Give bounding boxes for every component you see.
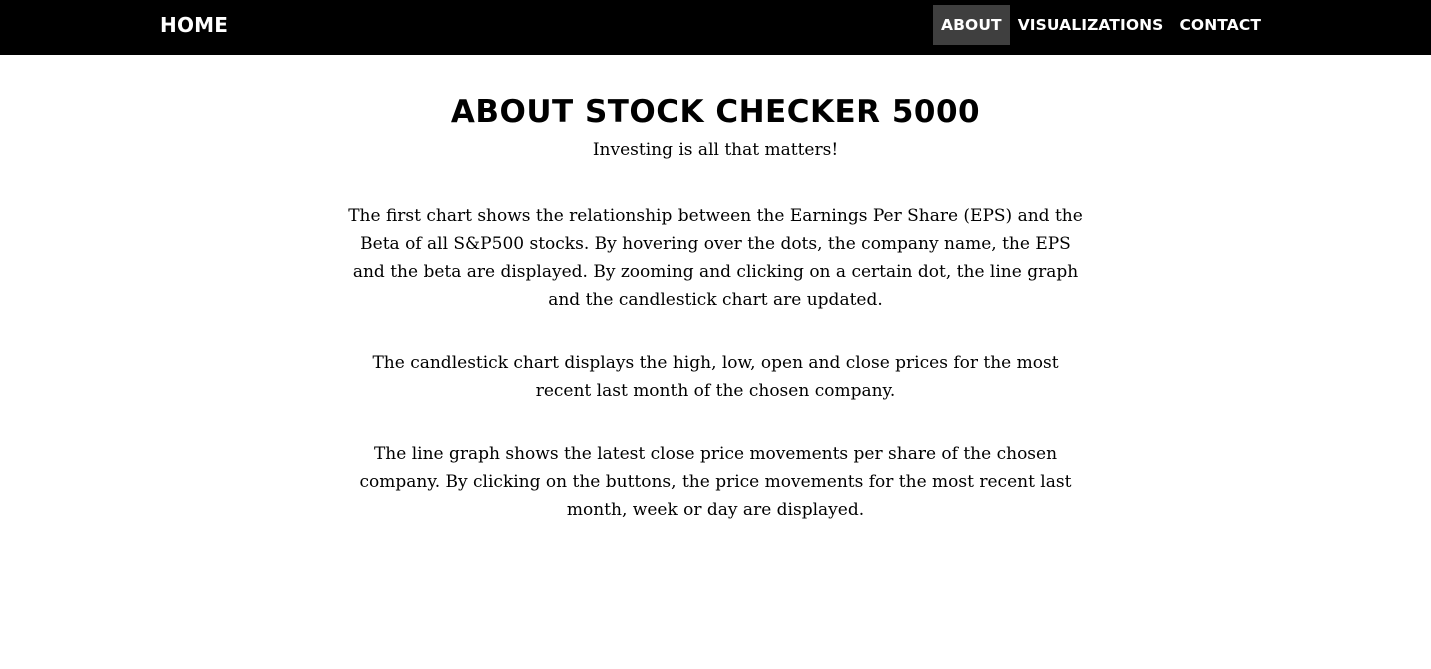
nav-link-about[interactable]: ABOUT <box>933 5 1010 45</box>
home-link[interactable]: HOME <box>160 0 228 50</box>
top-navbar: HOME ABOUT VISUALIZATIONS CONTACT <box>0 0 1431 55</box>
nav-links: ABOUT VISUALIZATIONS CONTACT <box>933 5 1269 45</box>
nav-link-visualizations[interactable]: VISUALIZATIONS <box>1010 5 1172 45</box>
line-graph-description: The line graph shows the latest close pr… <box>359 444 1072 520</box>
about-section: ABOUT STOCK CHECKER 5000 Investing is al… <box>0 92 1431 524</box>
nav-link-contact[interactable]: CONTACT <box>1171 5 1269 45</box>
candlestick-chart-description: The candlestick chart displays the high,… <box>372 353 1059 401</box>
scatter-chart-description: The first chart shows the relationship b… <box>348 206 1083 310</box>
tagline: Investing is all that matters! <box>592 140 839 160</box>
page-title: ABOUT STOCK CHECKER 5000 <box>450 94 981 130</box>
